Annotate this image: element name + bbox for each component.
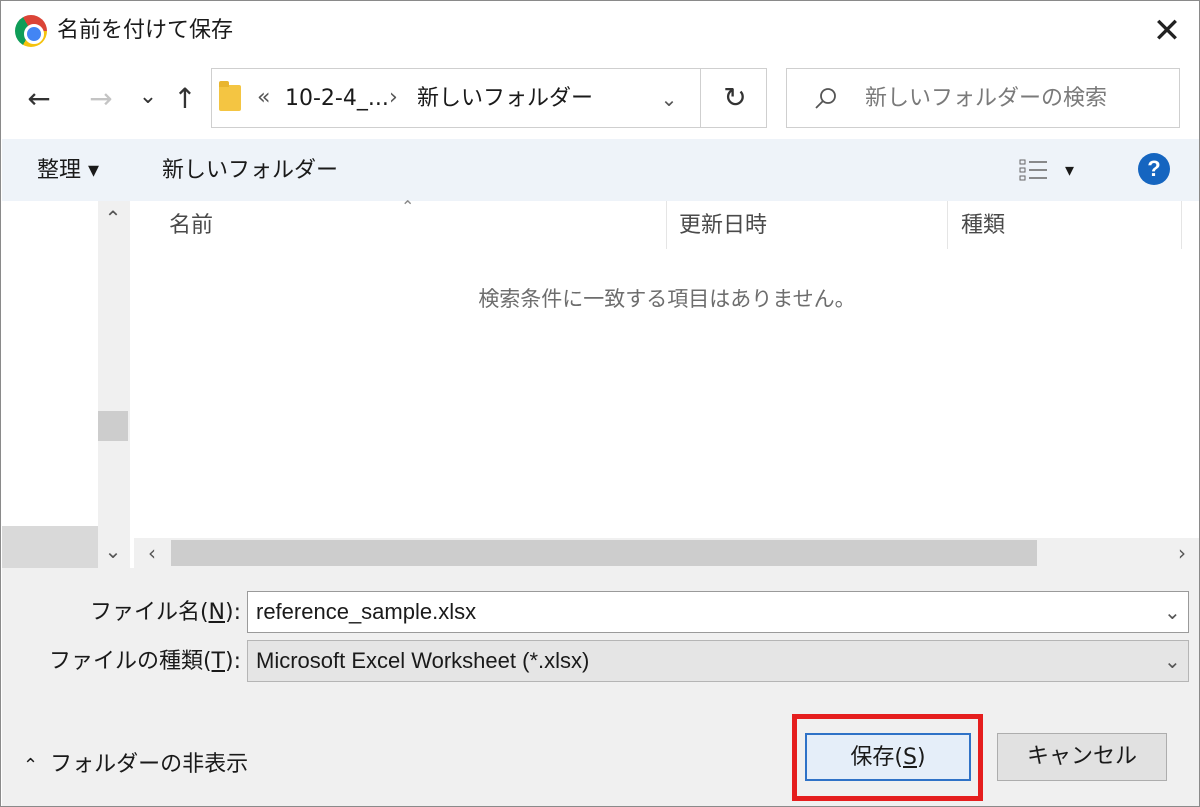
organize-button[interactable]: 整理 ▾	[37, 156, 99, 186]
save-button-highlight-box	[792, 714, 983, 801]
view-options-icon[interactable]	[1019, 158, 1049, 182]
column-divider[interactable]	[666, 201, 667, 249]
dialog-title: 名前を付けて保存	[57, 18, 234, 43]
scrollbar-thumb[interactable]	[98, 411, 128, 441]
navigation-pane-scrollbar[interactable]	[98, 201, 130, 568]
file-list[interactable]	[134, 201, 1199, 538]
close-icon[interactable]: ✕	[1147, 11, 1187, 51]
filetype-value[interactable]: Microsoft Excel Worksheet (*.xlsx)	[256, 646, 589, 676]
hide-folders-label: フォルダーの非表示	[50, 752, 249, 777]
breadcrumb-current[interactable]: 新しいフォルダー	[417, 84, 593, 114]
filename-history-chevron-icon[interactable]: ⌄	[1164, 600, 1181, 624]
refresh-icon[interactable]: ↻	[715, 78, 755, 118]
column-divider[interactable]	[1181, 201, 1182, 249]
save-as-dialog: 名前を付けて保存 ✕ ← → ⌄ ↑ « 10-2-4_... › 新しいフォル…	[0, 0, 1200, 807]
chrome-logo-icon	[15, 15, 47, 47]
folder-icon	[219, 81, 241, 111]
help-icon[interactable]: ?	[1138, 153, 1170, 185]
up-arrow-icon[interactable]: ↑	[167, 79, 203, 119]
breadcrumb-parent[interactable]: 10-2-4_...	[285, 84, 389, 114]
horizontal-scrollbar-thumb[interactable]	[171, 540, 1037, 566]
empty-list-message: 検索条件に一致する項目はありません。	[478, 287, 856, 311]
back-arrow-icon[interactable]: ←	[19, 79, 59, 119]
navigation-pane[interactable]	[2, 201, 98, 541]
filetype-label: ファイルの種類(T):	[48, 649, 241, 674]
filetype-dropdown-chevron-icon[interactable]: ⌄	[1164, 649, 1181, 673]
search-placeholder: 新しいフォルダーの検索	[865, 86, 1108, 111]
breadcrumb-separator-icon[interactable]: ›	[389, 83, 398, 113]
new-folder-button[interactable]: 新しいフォルダー	[162, 156, 338, 186]
scroll-up-arrow-icon[interactable]: ⌃	[98, 206, 128, 230]
address-dropdown-chevron-icon[interactable]: ⌄	[657, 87, 681, 111]
search-icon	[815, 88, 836, 109]
scroll-left-arrow-icon[interactable]: ‹	[137, 541, 167, 565]
breadcrumb-overflow[interactable]: «	[257, 83, 270, 113]
scroll-down-arrow-icon[interactable]: ⌄	[98, 539, 128, 563]
filename-field[interactable]: reference_sample.xlsx ⌄	[247, 591, 1189, 633]
scroll-right-arrow-icon[interactable]: ›	[1167, 541, 1197, 565]
column-header-type[interactable]: 種類	[961, 211, 1005, 241]
navigation-pane-footer	[2, 526, 98, 568]
cancel-button[interactable]: キャンセル	[997, 733, 1167, 781]
chevron-up-icon: ⌃	[23, 755, 39, 776]
column-header-name[interactable]: 名前	[169, 211, 213, 241]
hide-folders-toggle[interactable]: ⌃ フォルダーの非表示	[23, 750, 248, 781]
filename-label: ファイル名(N):	[89, 600, 241, 625]
view-options-caret-icon[interactable]: ▾	[1065, 156, 1074, 186]
forward-arrow-icon[interactable]: →	[81, 79, 121, 119]
recent-locations-chevron-icon[interactable]: ⌄	[133, 77, 163, 117]
filename-value[interactable]: reference_sample.xlsx	[256, 597, 476, 627]
filetype-select[interactable]: Microsoft Excel Worksheet (*.xlsx) ⌄	[247, 640, 1189, 682]
column-header-modified[interactable]: 更新日時	[679, 211, 767, 241]
sort-ascending-icon: ⌃	[401, 197, 415, 216]
column-divider[interactable]	[947, 201, 948, 249]
